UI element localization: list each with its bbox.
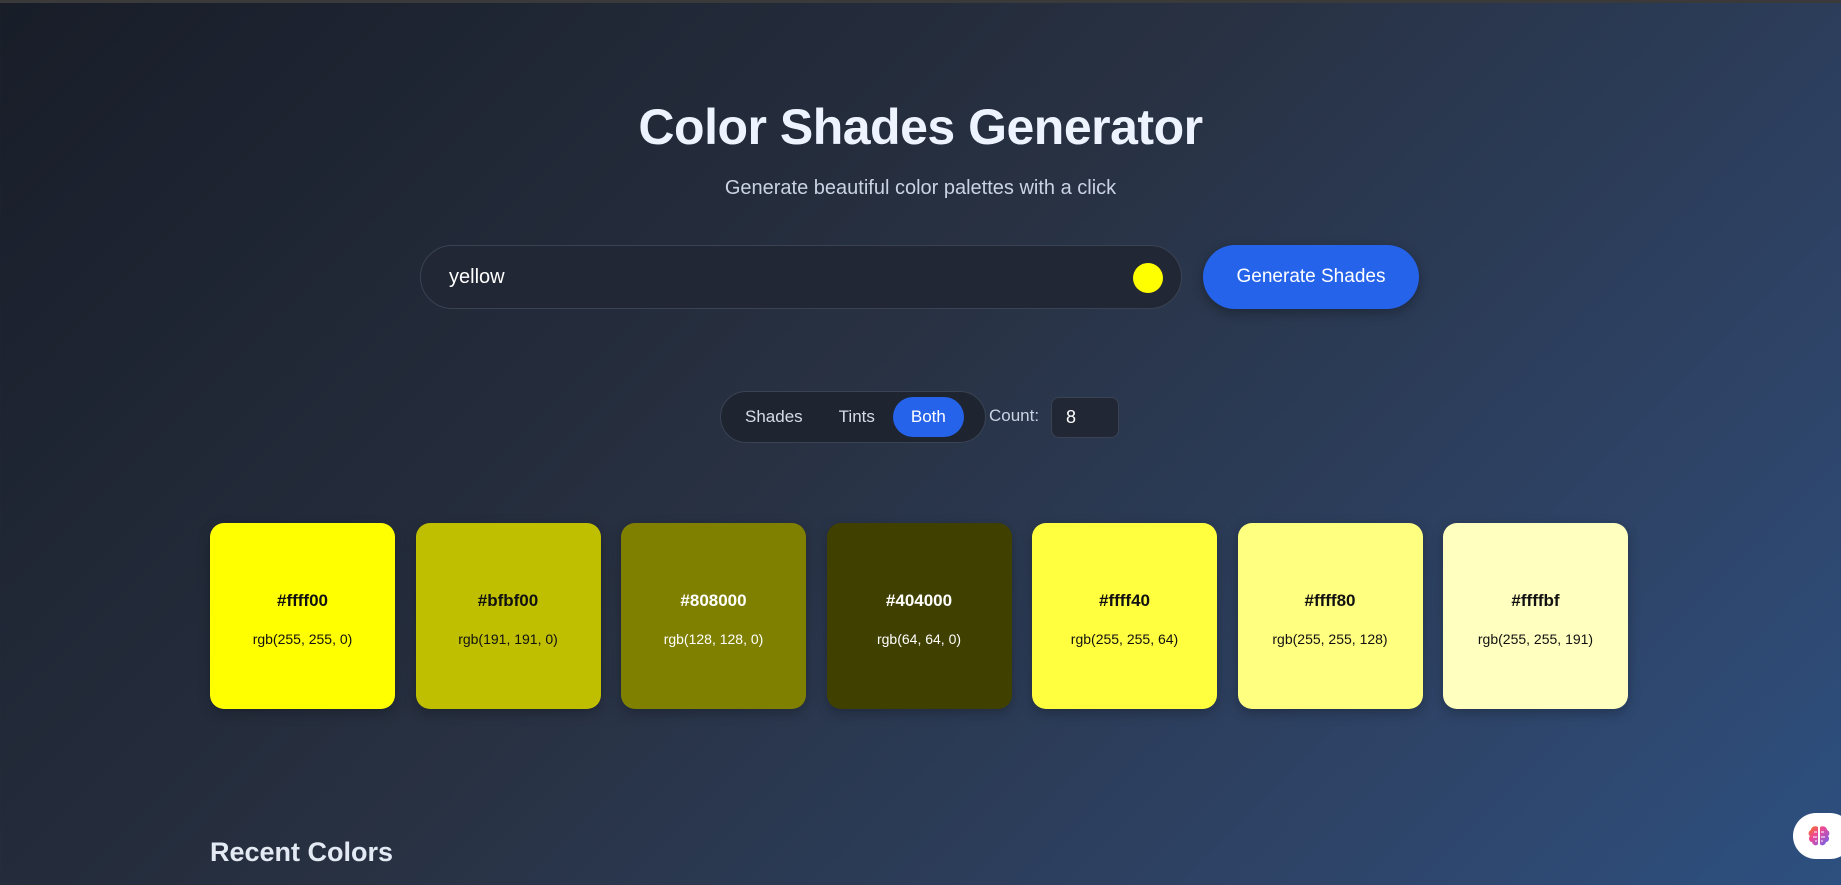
color-rgb: rgb(191, 191, 0) — [458, 631, 558, 647]
color-hex: #808000 — [680, 591, 747, 610]
recent-colors-heading: Recent Colors — [210, 837, 394, 867]
color-rgb: rgb(64, 64, 0) — [876, 631, 962, 647]
color-card[interactable]: #ffffbf rgb(255, 255, 191) — [1443, 523, 1628, 709]
mode-both-button[interactable]: Both — [892, 397, 964, 437]
brain-icon — [1808, 826, 1830, 846]
mode-tints-button[interactable]: Tints — [821, 397, 893, 437]
color-hex: #404000 — [885, 591, 953, 610]
color-rgb: rgb(255, 255, 191) — [1477, 631, 1594, 647]
color-hex: #ffff80 — [1304, 591, 1356, 610]
color-hex: #bfbf00 — [477, 591, 539, 610]
count-input[interactable] — [1051, 397, 1119, 438]
color-rgb: rgb(255, 255, 128) — [1272, 631, 1388, 647]
generate-shades-button[interactable]: Generate Shades — [1203, 245, 1419, 309]
page-subtitle: Generate beautiful color palettes with a… — [724, 177, 1117, 199]
assistant-button[interactable] — [1793, 813, 1841, 859]
color-hex: #ffff40 — [1098, 591, 1150, 610]
mode-shades-button[interactable]: Shades — [727, 397, 821, 437]
color-card[interactable]: #ffff00 rgb(255, 255, 0) — [210, 523, 395, 709]
color-card[interactable]: #ffff80 rgb(255, 255, 128) — [1237, 523, 1423, 709]
color-card[interactable]: #bfbf00 rgb(191, 191, 0) — [415, 523, 601, 709]
color-rgb: rgb(128, 128, 0) — [663, 631, 764, 647]
color-card[interactable]: #ffff40 rgb(255, 255, 64) — [1032, 523, 1217, 709]
color-hex: #ffffbf — [1511, 591, 1560, 610]
color-input-wrapper — [420, 245, 1182, 309]
color-rgb: rgb(255, 255, 0) — [252, 631, 353, 647]
color-preview-swatch[interactable] — [1133, 263, 1163, 293]
color-card[interactable]: #404000 rgb(64, 64, 0) — [826, 523, 1012, 709]
mode-toggle: Shades Tints Both — [720, 391, 986, 443]
color-rgb: rgb(255, 255, 64) — [1070, 631, 1179, 647]
color-card[interactable]: #808000 rgb(128, 128, 0) — [621, 523, 806, 709]
count-label: Count: — [989, 406, 1040, 425]
color-hex: #ffff00 — [276, 591, 328, 610]
page-title: Color Shades Generator — [638, 99, 1203, 155]
color-input[interactable] — [449, 246, 1099, 308]
